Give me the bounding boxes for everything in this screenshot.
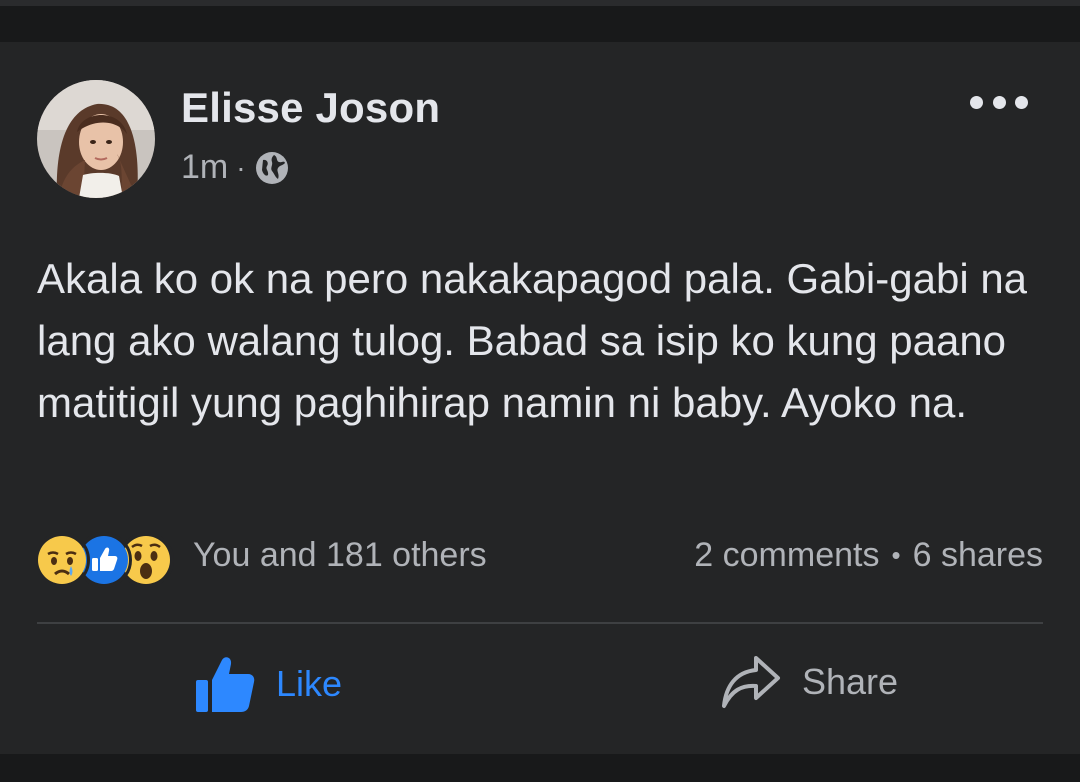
author-name[interactable]: Elisse Joson [181, 84, 440, 132]
more-dot [1015, 95, 1028, 109]
post-time[interactable]: 1m [181, 148, 228, 187]
stats-separator: • [891, 540, 901, 570]
share-arrow-icon [722, 656, 780, 708]
share-button[interactable]: Share [720, 654, 898, 710]
top-edge [0, 0, 1080, 6]
divider [37, 622, 1043, 624]
more-dot [992, 95, 1006, 109]
avatar-photo [37, 80, 155, 198]
reaction-icons[interactable] [34, 532, 174, 588]
thumbs-up-icon [196, 657, 255, 712]
post-meta: 1m · [181, 148, 290, 187]
top-bar [0, 0, 1080, 42]
reaction-summary[interactable]: You and 181 others [193, 536, 487, 575]
more-options-icon[interactable] [970, 92, 1028, 112]
like-label: Like [276, 663, 343, 704]
bottom-bar [0, 754, 1080, 782]
post-stats: 2 comments • 6 shares [694, 536, 1043, 575]
comments-count[interactable]: 2 comments [694, 536, 879, 575]
avatar[interactable] [37, 80, 155, 198]
more-dot [970, 95, 983, 109]
globe-icon[interactable] [254, 150, 290, 186]
share-label: Share [802, 661, 899, 702]
post-card: Elisse Joson 1m · Akala ko ok na pero na… [0, 42, 1080, 754]
sad-reaction-icon [34, 532, 90, 588]
meta-separator: · [236, 151, 246, 183]
post-text: Akala ko ok na pero nakakapagod pala. Ga… [37, 255, 1028, 426]
like-button[interactable]: Like [194, 654, 342, 714]
shares-count[interactable]: 6 shares [913, 536, 1043, 575]
